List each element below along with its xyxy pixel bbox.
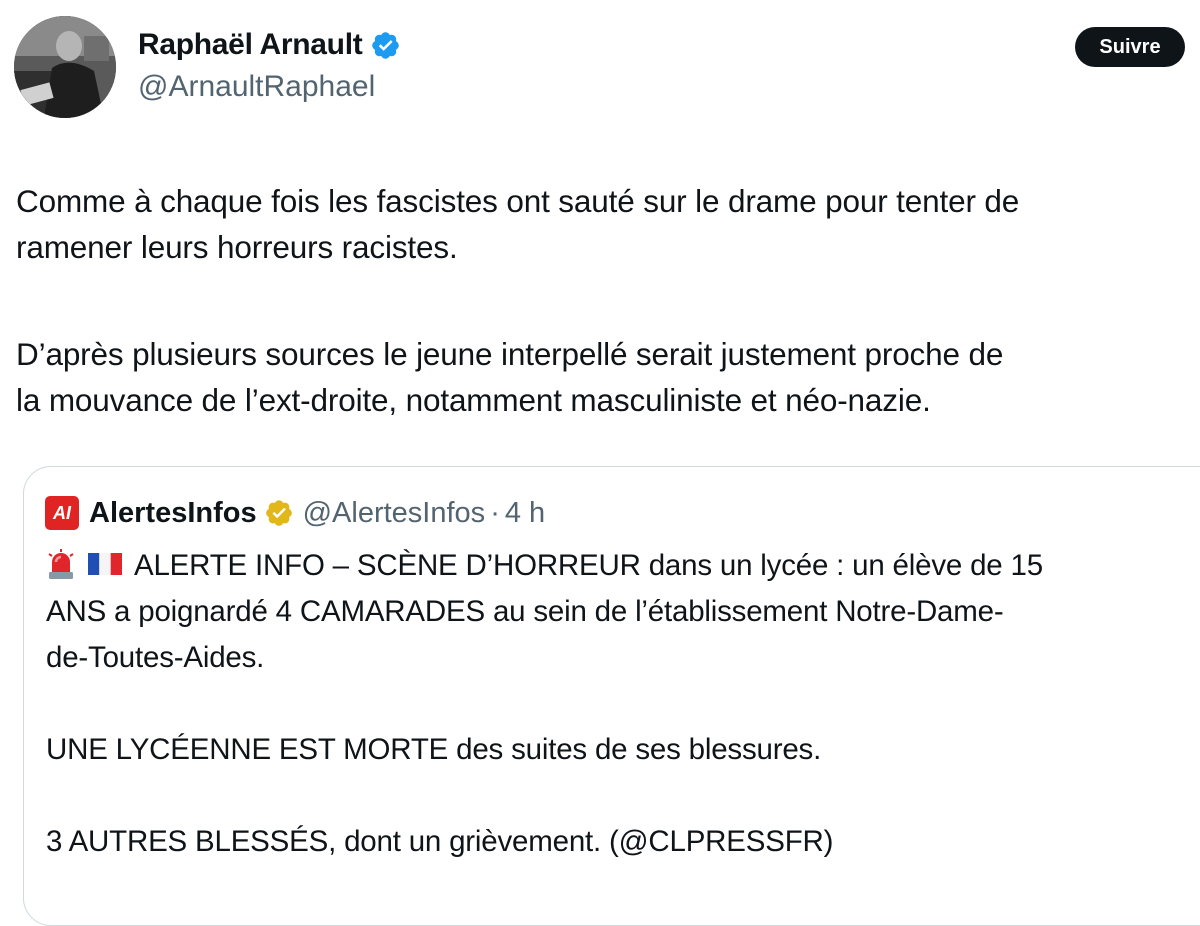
quoted-line: UNE LYCÉENNE EST MORTE des suites de ses… <box>46 733 822 766</box>
quoted-timestamp[interactable]: 4 h <box>505 493 545 533</box>
avatar-photo <box>14 16 116 118</box>
gold-verified-badge-icon <box>265 500 292 526</box>
verified-badge-icon <box>372 31 400 59</box>
tweet-body: Comme à chaque fois les fascistes ont sa… <box>16 178 1200 423</box>
author-display-name[interactable]: Raphaël Arnault <box>138 27 363 63</box>
alertesinfos-logo: AI <box>45 496 79 530</box>
quoted-line: ALERTE INFO – SCÈNE D’HORREUR dans un ly… <box>46 543 1186 589</box>
tweet-line: D’après plusieurs sources le jeune inter… <box>16 336 1004 372</box>
quoted-handle[interactable]: @AlertesInfos <box>303 493 486 533</box>
quoted-tweet-header: AI AlertesInfos @AlertesInfos · 4 h <box>45 493 545 533</box>
author-avatar[interactable] <box>14 16 116 118</box>
tweet-line: Comme à chaque fois les fascistes ont sa… <box>16 183 1020 219</box>
siren-icon <box>48 549 74 580</box>
tweet-line: ramener leurs horreurs racistes. <box>16 229 458 265</box>
quoted-tweet-body: ALERTE INFO – SCÈNE D’HORREUR dans un ly… <box>46 543 1186 865</box>
quoted-line-text: ALERTE INFO – SCÈNE D’HORREUR dans un ly… <box>134 549 1043 582</box>
author-handle[interactable]: @ArnaultRaphael <box>138 69 375 105</box>
tweet-line: la mouvance de l’ext-droite, notamment m… <box>16 382 931 418</box>
quoted-line: 3 AUTRES BLESSÉS, dont un grièvement. (@… <box>46 825 834 858</box>
france-flag-icon <box>88 553 122 576</box>
author-display-name-row: Raphaël Arnault <box>138 27 401 63</box>
quoted-display-name[interactable]: AlertesInfos <box>89 493 257 533</box>
header-separator: · <box>490 497 500 529</box>
follow-button[interactable]: Suivre <box>1075 27 1185 67</box>
quoted-line: de-Toutes-Aides. <box>46 641 265 674</box>
quoted-line: ANS a poignardé 4 CAMARADES au sein de l… <box>46 595 1004 628</box>
